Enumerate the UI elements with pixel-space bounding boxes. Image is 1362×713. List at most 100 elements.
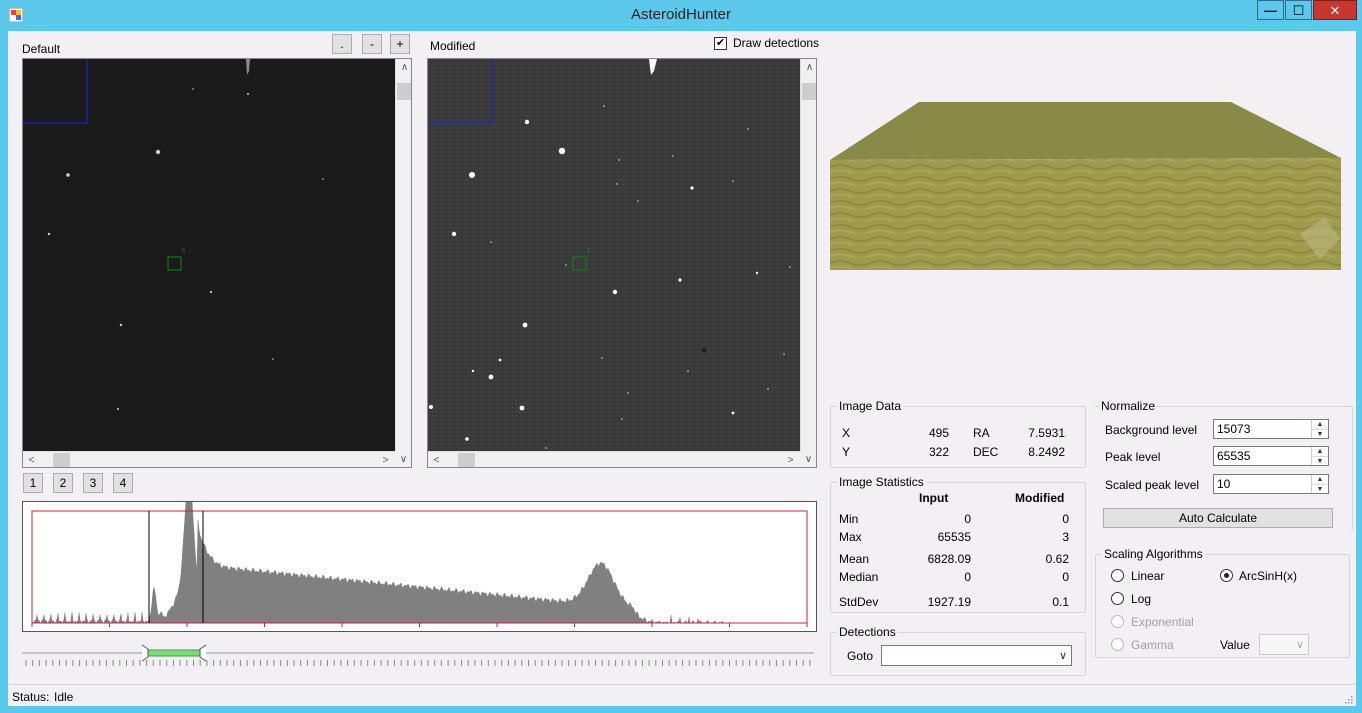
zoom-out-button[interactable]: - [362, 34, 382, 54]
spinner-down-icon[interactable]: ▼ [1312, 429, 1328, 438]
zoom-in-button[interactable]: + [390, 34, 410, 54]
radio-linear-label[interactable]: Linear [1131, 569, 1164, 583]
radio-arcsinh[interactable] [1220, 569, 1233, 582]
spinner-buttons[interactable]: ▲ ▼ [1311, 475, 1328, 493]
stat-input-mean: 6828.09 [927, 552, 971, 566]
peak-level-label: Peak level [1105, 450, 1161, 464]
page-button-1[interactable]: 1 [23, 473, 43, 493]
scroll-thumb[interactable] [53, 453, 70, 467]
normalize-group: Normalize Background level 15073 ▲ ▼ Pea… [1095, 399, 1353, 531]
default-image-viewer[interactable]: 5 ∧ < > ∨ [22, 58, 412, 468]
close-button[interactable]: ✕ [1313, 0, 1357, 20]
radio-exponential-label: Exponential [1131, 615, 1194, 629]
spinner-buttons[interactable]: ▲ ▼ [1311, 420, 1328, 438]
modified-horizontal-scrollbar[interactable]: < > [428, 451, 800, 467]
scroll-down-arrow[interactable]: ∨ [395, 451, 411, 467]
page-button-4[interactable]: 4 [113, 473, 133, 493]
surface-face [830, 158, 1341, 270]
chevron-down-icon[interactable]: ∨ [1059, 649, 1067, 662]
normalize-title: Normalize [1099, 399, 1158, 413]
zoom-reset-button[interactable]: . [332, 34, 352, 54]
radio-log-label[interactable]: Log [1131, 592, 1151, 606]
resize-grip-icon[interactable] [1343, 694, 1353, 704]
stat-label-min: Min [839, 512, 859, 526]
status-value: Idle [54, 690, 74, 704]
status-label: Status: [12, 690, 50, 704]
peak-level-value: 65535 [1217, 449, 1251, 463]
spinner-up-icon[interactable]: ▲ [1312, 475, 1328, 484]
radio-arcsinh-label[interactable]: ArcSinH(x) [1239, 569, 1297, 583]
scaled-peak-level-spinner[interactable]: 10 ▲ ▼ [1213, 474, 1329, 494]
surface-plot-3d[interactable] [830, 89, 1344, 274]
value-label: Value [1220, 638, 1250, 652]
scaling-algorithms-group: Scaling Algorithms Linear ArcSinH(x) Log… [1095, 547, 1350, 658]
stat-modified-mean: 0.62 [1045, 552, 1069, 566]
scroll-thumb[interactable] [397, 83, 411, 100]
y-value: 322 [928, 445, 949, 459]
scroll-down-arrow[interactable]: ∨ [800, 451, 816, 467]
scroll-left-arrow[interactable]: < [23, 452, 40, 467]
scroll-thumb[interactable] [802, 83, 816, 100]
default-view-label: Default [22, 42, 61, 56]
main-window: Default . - + 5 ∧ < > ∨ Modified ✔ Draw … [8, 31, 1356, 684]
spinner-up-icon[interactable]: ▲ [1312, 420, 1328, 429]
stat-input-max: 65535 [937, 530, 971, 544]
stat-modified-min: 0 [1062, 512, 1069, 526]
histogram-range-slider[interactable] [22, 643, 817, 671]
page-button-3[interactable]: 3 [83, 473, 103, 493]
scroll-thumb[interactable] [458, 453, 475, 467]
scroll-up-arrow[interactable]: ∧ [801, 59, 816, 76]
page-button-2[interactable]: 2 [53, 473, 73, 493]
spinner-buttons[interactable]: ▲ ▼ [1311, 447, 1328, 465]
histogram-area [31, 475, 724, 624]
chevron-down-icon: ∨ [1295, 639, 1304, 651]
dec-value: 8.2492 [1028, 445, 1065, 459]
scroll-right-arrow[interactable]: > [377, 452, 394, 467]
scroll-right-arrow[interactable]: > [782, 452, 799, 467]
default-image-canvas[interactable]: 5 [23, 59, 395, 451]
slider-high-handle [199, 644, 207, 662]
peak-level-spinner[interactable]: 65535 ▲ ▼ [1213, 446, 1329, 466]
radio-log[interactable] [1111, 592, 1124, 605]
image-statistics-group: Image Statistics Input Modified Min 0 0 … [830, 475, 1086, 613]
image-statistics-title: Image Statistics [837, 475, 926, 489]
minimize-button[interactable]: — [1257, 0, 1284, 20]
y-label: Y [842, 445, 851, 459]
spinner-down-icon[interactable]: ▼ [1312, 484, 1328, 493]
histogram-chart[interactable] [23, 475, 816, 631]
slider-low-handle [141, 644, 149, 662]
dec-label: DEC [973, 445, 999, 459]
radio-exponential [1111, 615, 1124, 628]
scroll-up-arrow[interactable]: ∧ [396, 59, 411, 76]
ra-label: RA [973, 426, 990, 440]
stat-input-stddev: 1927.19 [927, 595, 971, 609]
spinner-down-icon[interactable]: ▼ [1312, 456, 1328, 465]
input-column-header: Input [919, 491, 949, 505]
goto-dropdown[interactable]: ∨ [881, 645, 1072, 666]
image-data-title: Image Data [837, 399, 904, 413]
modified-image-canvas[interactable]: 5 [428, 59, 800, 451]
radio-gamma [1111, 638, 1124, 651]
maximize-button[interactable]: ☐ [1285, 0, 1312, 20]
draw-detections-checkbox[interactable]: ✔ [714, 37, 727, 50]
scroll-left-arrow[interactable]: < [428, 452, 445, 467]
surface-plot-canvas[interactable] [830, 89, 1344, 274]
title-bar: AsteroidHunter — ☐ ✕ [0, 0, 1362, 30]
histogram-panel[interactable] [22, 475, 817, 632]
modified-column-header: Modified [1015, 491, 1065, 505]
modified-vertical-scrollbar[interactable]: ∧ [800, 59, 816, 451]
value-dropdown: ∨ [1259, 634, 1309, 655]
default-vertical-scrollbar[interactable]: ∧ [395, 59, 411, 451]
goto-label: Goto [847, 649, 874, 663]
modified-image-viewer[interactable]: 5 ∧ < > ∨ [427, 58, 817, 468]
background-level-spinner[interactable]: 15073 ▲ ▼ [1213, 419, 1329, 439]
stat-label-median: Median [839, 570, 879, 584]
spinner-up-icon[interactable]: ▲ [1312, 447, 1328, 456]
auto-calculate-button[interactable]: Auto Calculate [1103, 508, 1333, 528]
surface-top [830, 102, 1341, 160]
default-horizontal-scrollbar[interactable]: < > [23, 451, 395, 467]
range-slider-track[interactable] [22, 643, 817, 671]
stat-input-min: 0 [964, 512, 971, 526]
ra-value: 7.5931 [1028, 426, 1065, 440]
radio-linear[interactable] [1111, 569, 1124, 582]
